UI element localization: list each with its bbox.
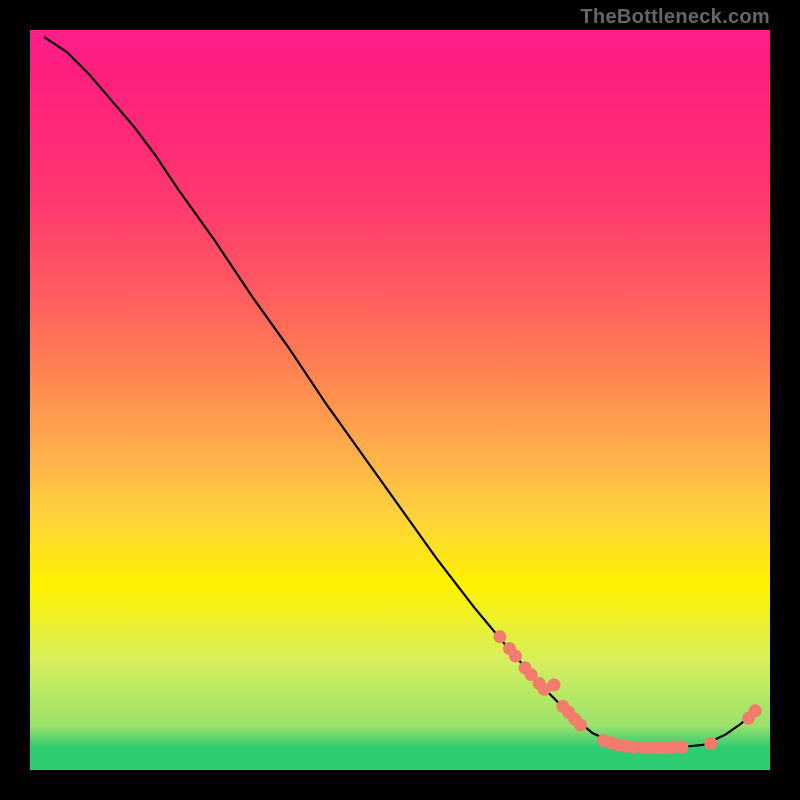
chart-stage: TheBottleneck.com [0, 0, 800, 800]
scatter-point [675, 741, 688, 754]
watermark-text: TheBottleneck.com [580, 6, 770, 29]
scatter-point [509, 650, 522, 663]
scatter-point [704, 737, 717, 750]
plot-svg [30, 30, 770, 770]
fit-curve-path [45, 37, 755, 747]
fit-curve [45, 37, 755, 747]
scatter-point [547, 678, 560, 691]
plot-area [30, 30, 770, 770]
scatter-point [574, 718, 587, 731]
scatter-point [493, 630, 506, 643]
scatter-point [749, 704, 762, 717]
